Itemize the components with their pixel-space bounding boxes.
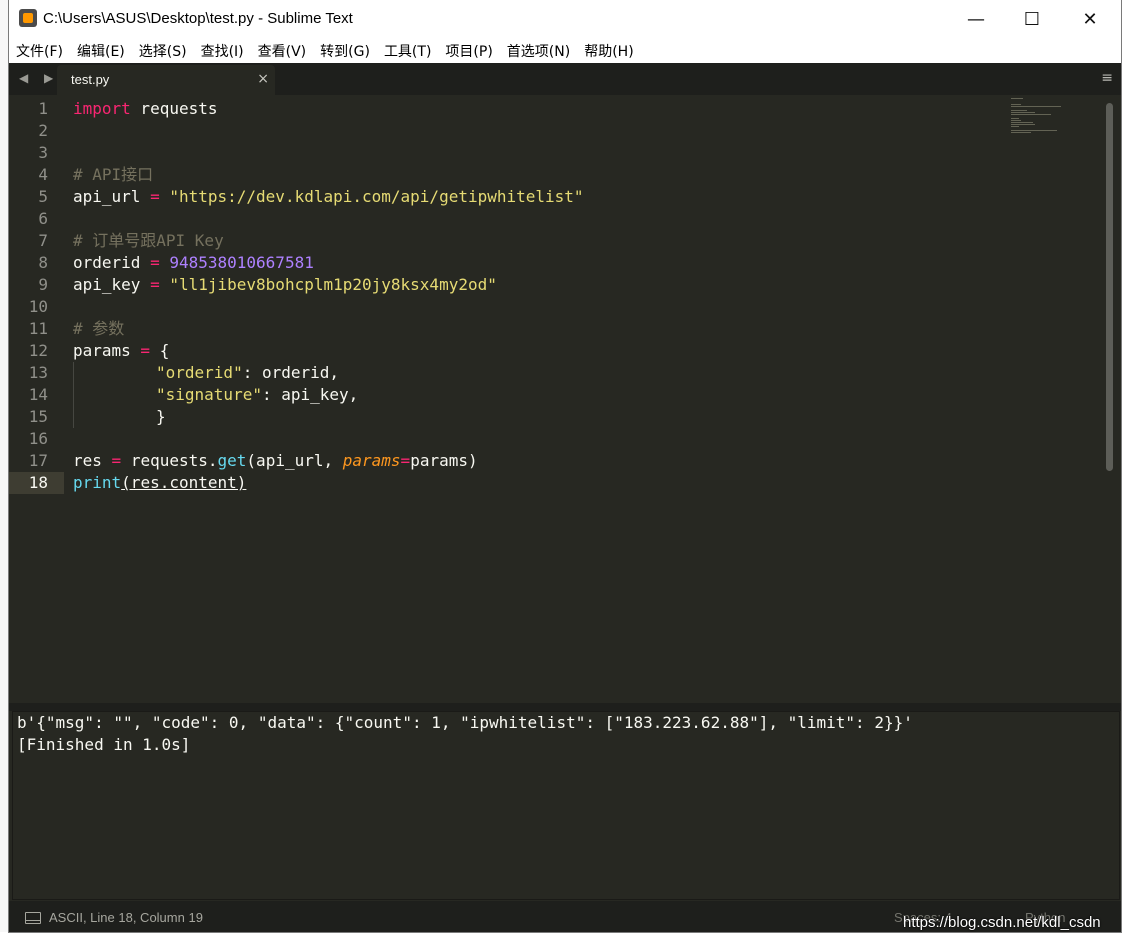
menu-preferences[interactable]: 首选项(N) bbox=[500, 41, 577, 61]
code-line-9: api_key = "ll1jibev8bohcplm1p20jy8ksx4my… bbox=[73, 275, 497, 294]
maximize-button[interactable]: ☐ bbox=[1003, 0, 1061, 38]
tab-test-py[interactable]: test.py × bbox=[57, 65, 275, 95]
panel-divider[interactable] bbox=[9, 703, 1121, 711]
watermark-text: https://blog.csdn.net/kdl_csdn bbox=[903, 914, 1101, 931]
minimize-icon: — bbox=[967, 8, 985, 30]
minimap[interactable] bbox=[1011, 98, 1071, 138]
line-number: 12 bbox=[28, 341, 48, 360]
sublime-window: C:\Users\ASUS\Desktop\test.py - Sublime … bbox=[9, 0, 1121, 932]
tab-menu-icon[interactable]: ≡ bbox=[1101, 70, 1113, 86]
sublime-app-icon bbox=[19, 9, 37, 27]
menu-goto[interactable]: 转到(G) bbox=[313, 41, 377, 61]
line-number: 18 bbox=[9, 472, 64, 494]
line-number: 11 bbox=[28, 319, 48, 338]
code-line-5: api_url = "https://dev.kdlapi.com/api/ge… bbox=[73, 187, 584, 206]
line-number: 10 bbox=[28, 297, 48, 316]
code-line-4: # API接口 bbox=[73, 165, 154, 184]
line-number: 17 bbox=[28, 451, 48, 470]
menu-edit[interactable]: 编辑(E) bbox=[70, 41, 132, 61]
code-line-18: print(res.content) bbox=[73, 473, 247, 492]
line-number: 5 bbox=[38, 187, 48, 206]
menu-help[interactable]: 帮助(H) bbox=[577, 41, 640, 61]
line-number: 8 bbox=[38, 253, 48, 272]
line-number: 15 bbox=[28, 407, 48, 426]
line-number: 6 bbox=[38, 209, 48, 228]
minimize-button[interactable]: — bbox=[947, 0, 1005, 38]
tab-navigation-arrows-icon[interactable]: ◀ ▶ bbox=[19, 71, 59, 85]
code-line-8: orderid = 948538010667581 bbox=[73, 253, 314, 272]
code-editor[interactable]: 1 2 3 4 5 6 7 8 9 10 11 12 13 14 15 16 17 18 import reque… bbox=[9, 95, 1121, 703]
menu-bar: 文件(F) 编辑(E) 选择(S) 查找(I) 查看(V) 转到(G) 工具(T… bbox=[9, 38, 1121, 63]
code-line-14: "signature": api_key, bbox=[73, 384, 1003, 406]
line-number: 3 bbox=[38, 143, 48, 162]
code-line-15: } bbox=[73, 406, 1003, 428]
menu-view[interactable]: 查看(V) bbox=[251, 41, 314, 61]
line-number: 13 bbox=[28, 363, 48, 382]
code-area[interactable]: import requests # API接口 api_url = "https… bbox=[73, 98, 1003, 494]
menu-find[interactable]: 查找(I) bbox=[194, 41, 251, 61]
maximize-icon: ☐ bbox=[1023, 8, 1041, 30]
line-number: 1 bbox=[38, 99, 48, 118]
close-icon: ✕ bbox=[1082, 8, 1098, 30]
line-number: 2 bbox=[38, 121, 48, 140]
menu-tools[interactable]: 工具(T) bbox=[377, 41, 438, 61]
screen: { "window": { "title": "C:\\Users\\ASUS\… bbox=[0, 0, 1129, 943]
line-number: 14 bbox=[28, 385, 48, 404]
code-line-1: import requests bbox=[73, 99, 218, 118]
show-panel-icon[interactable] bbox=[25, 912, 41, 924]
tab-close-icon[interactable]: × bbox=[257, 71, 269, 87]
line-number-gutter: 1 2 3 4 5 6 7 8 9 10 11 12 13 14 15 16 17 18 bbox=[9, 95, 64, 703]
close-button[interactable]: ✕ bbox=[1061, 0, 1119, 38]
line-number: 4 bbox=[38, 165, 48, 184]
menu-file[interactable]: 文件(F) bbox=[9, 41, 70, 61]
title-bar[interactable]: C:\Users\ASUS\Desktop\test.py - Sublime … bbox=[9, 0, 1121, 38]
editor-scrollbar[interactable] bbox=[1103, 99, 1115, 699]
editor-scrollbar-thumb[interactable] bbox=[1106, 103, 1113, 471]
line-number: 16 bbox=[28, 429, 48, 448]
output-line-2: [Finished in 1.0s] bbox=[17, 735, 191, 754]
code-line-12: params = { bbox=[73, 341, 170, 360]
tab-bar: ◀ ▶ test.py × ≡ bbox=[9, 63, 1121, 95]
menu-selection[interactable]: 选择(S) bbox=[132, 41, 194, 61]
code-line-11: # 参数 bbox=[73, 319, 125, 338]
background-page-right bbox=[1121, 0, 1129, 943]
build-output-panel[interactable]: b'{"msg": "", "code": 0, "data": {"count… bbox=[12, 711, 1120, 900]
background-page-left bbox=[0, 0, 9, 943]
line-number: 7 bbox=[38, 231, 48, 250]
background-page-bottom bbox=[0, 932, 1129, 943]
line-number: 9 bbox=[38, 275, 48, 294]
code-line-13: "orderid": orderid, bbox=[73, 362, 1003, 384]
status-position: ASCII, Line 18, Column 19 bbox=[49, 910, 203, 925]
window-title: C:\Users\ASUS\Desktop\test.py - Sublime … bbox=[43, 10, 353, 27]
menu-project[interactable]: 项目(P) bbox=[438, 41, 499, 61]
code-line-17: res = requests.get(api_url, params=param… bbox=[73, 451, 478, 470]
output-line-1: b'{"msg": "", "code": 0, "data": {"count… bbox=[17, 713, 913, 732]
code-line-7: # 订单号跟API Key bbox=[73, 231, 224, 250]
tab-label: test.py bbox=[71, 72, 110, 87]
